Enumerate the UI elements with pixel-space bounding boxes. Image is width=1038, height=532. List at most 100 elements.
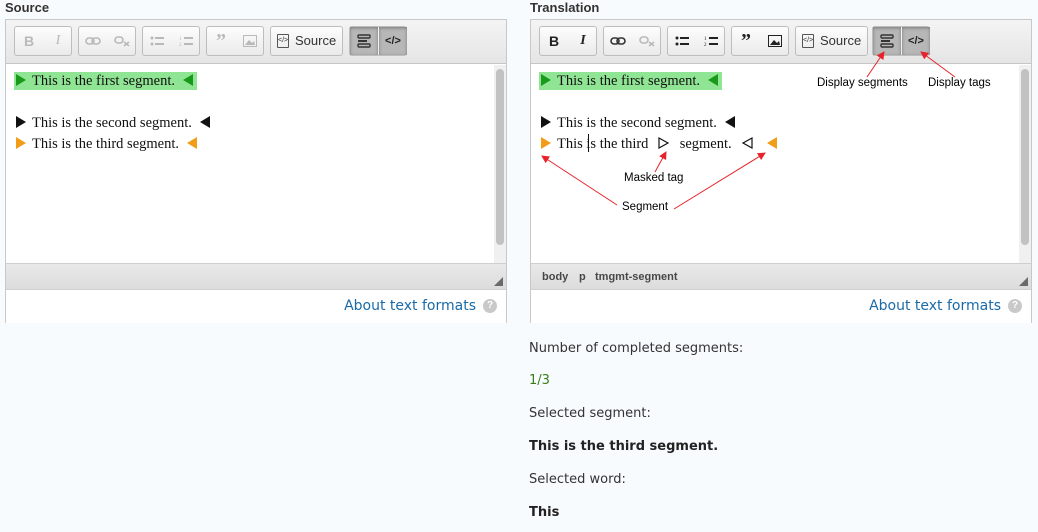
translation-view-group: </> — [872, 26, 930, 56]
source-segment-3[interactable]: This is the third segment. — [14, 135, 201, 153]
source-mode-label: Source — [820, 33, 862, 48]
help-icon[interactable]: ? — [483, 299, 497, 313]
text-cursor — [588, 134, 589, 152]
resize-handle-icon[interactable] — [494, 277, 503, 286]
segment-text: This is the second segment. — [32, 115, 192, 131]
source-content[interactable]: This is the first segment. This is the s… — [6, 65, 506, 263]
translation-insert-group: ” — [731, 26, 789, 56]
source-icon: </> — [277, 34, 289, 48]
link-icon[interactable] — [79, 27, 107, 55]
translation-formats-bar: About text formats ? — [531, 290, 1031, 323]
display-segments-icon[interactable] — [873, 27, 901, 55]
path-tmgmt-segment[interactable]: tmgmt-segment — [595, 271, 678, 283]
source-mode-button[interactable]: </> Source — [271, 27, 343, 55]
translation-toolbar: B I 12 ” </> Source </> — [531, 20, 1031, 64]
selected-word-value: This — [529, 505, 560, 520]
scrollbar-thumb[interactable] — [1021, 69, 1029, 245]
source-mode-button[interactable]: </> Source — [796, 27, 868, 55]
segment-text: segment. — [679, 136, 732, 152]
source-source-group: </> Source — [270, 26, 343, 56]
source-segment-2[interactable]: This is the second segment. — [14, 114, 214, 132]
source-statusbar — [6, 263, 506, 290]
display-segments-icon[interactable] — [350, 27, 378, 55]
svg-text:2: 2 — [704, 43, 707, 47]
translation-link-group — [603, 26, 661, 56]
source-segment-1[interactable]: This is the first segment. — [14, 72, 197, 90]
segment-text: This is the second segment. — [557, 115, 717, 131]
segment-text: This is the third segment. — [32, 136, 179, 152]
resize-handle-icon[interactable] — [1019, 277, 1028, 286]
translation-scrollbar[interactable] — [1019, 65, 1031, 263]
annotation-masked-tag: Masked tag — [624, 172, 684, 184]
scrollbar-thumb[interactable] — [496, 69, 504, 245]
selected-segment-value: This is the third segment. — [529, 439, 719, 454]
segment-end-marker-icon — [182, 74, 193, 86]
bold-icon[interactable]: B — [15, 27, 43, 55]
source-mode-label: Source — [295, 33, 337, 48]
segment-end-marker-icon — [724, 116, 735, 128]
annotation-display-segments: Display segments — [817, 77, 908, 89]
bulleted-list-icon[interactable] — [143, 27, 171, 55]
source-format-group: B I — [14, 26, 72, 56]
bold-icon[interactable]: B — [540, 27, 568, 55]
blockquote-icon[interactable]: ” — [207, 27, 235, 55]
translation-panel-title: Translation — [530, 0, 600, 15]
source-toolbar: B I 12 ” </> Source </> — [6, 20, 506, 64]
segment-start-marker-icon — [16, 74, 26, 86]
source-panel-title: Source — [5, 0, 50, 15]
source-list-group: 12 — [142, 26, 200, 56]
segment-start-marker-icon — [541, 116, 551, 128]
bulleted-list-icon[interactable] — [668, 27, 696, 55]
image-icon[interactable] — [761, 27, 789, 55]
translation-content[interactable]: This is the first segment. This is the s… — [531, 65, 1031, 263]
annotation-display-tags: Display tags — [928, 77, 991, 89]
annotation-segment: Segment — [622, 201, 669, 213]
unlink-icon[interactable] — [108, 27, 136, 55]
svg-text:1: 1 — [179, 37, 182, 42]
numbered-list-icon[interactable]: 12 — [697, 27, 725, 55]
segment-text: This is the third — [557, 136, 649, 152]
segment-text: This is the first segment. — [557, 73, 700, 89]
numbered-list-icon[interactable]: 12 — [172, 27, 200, 55]
path-body[interactable]: body — [542, 271, 568, 283]
translation-statusbar: body p tmgmt-segment — [531, 263, 1031, 290]
translation-format-group: B I — [539, 26, 597, 56]
svg-text:1: 1 — [704, 37, 707, 42]
segment-start-marker-icon — [16, 116, 26, 128]
about-text-formats-link[interactable]: About text formats — [869, 298, 1001, 314]
translation-segment-3[interactable]: This is the third segment. — [539, 135, 781, 153]
segment-end-marker-icon — [707, 74, 718, 86]
translation-segment-2[interactable]: This is the second segment. — [539, 114, 739, 132]
masked-tag-close-icon[interactable] — [741, 136, 753, 150]
segment-start-marker-icon — [541, 137, 551, 149]
segment-end-marker-icon — [766, 137, 777, 149]
masked-tag-open-icon[interactable] — [658, 136, 670, 150]
source-formats-bar: About text formats ? — [6, 290, 506, 323]
translation-segment-1[interactable]: This is the first segment. — [539, 72, 722, 90]
source-link-group — [78, 26, 136, 56]
translation-list-group: 12 — [667, 26, 725, 56]
about-text-formats-link[interactable]: About text formats — [344, 298, 476, 314]
blockquote-icon[interactable]: ” — [732, 27, 760, 55]
source-scrollbar[interactable] — [494, 65, 506, 263]
display-tags-icon[interactable]: </> — [379, 27, 407, 55]
italic-icon[interactable]: I — [569, 27, 597, 55]
help-icon[interactable]: ? — [1008, 299, 1022, 313]
segment-text: This is the first segment. — [32, 73, 175, 89]
source-icon: </> — [802, 34, 814, 48]
italic-icon[interactable]: I — [44, 27, 72, 55]
link-icon[interactable] — [604, 27, 632, 55]
svg-text:2: 2 — [179, 43, 182, 47]
completed-segments-value: 1/3 — [529, 373, 550, 388]
path-p[interactable]: p — [579, 271, 586, 283]
source-editor: B I 12 ” </> Source </> This is the firs… — [5, 19, 507, 323]
segment-start-marker-icon — [541, 74, 551, 86]
unlink-icon[interactable] — [633, 27, 661, 55]
segment-end-marker-icon — [199, 116, 210, 128]
segment-start-marker-icon — [16, 137, 26, 149]
source-insert-group: ” — [206, 26, 264, 56]
image-icon[interactable] — [236, 27, 264, 55]
selected-word-label: Selected word: — [529, 472, 626, 487]
segment-end-marker-icon — [187, 137, 197, 149]
display-tags-icon[interactable]: </> — [902, 27, 930, 55]
